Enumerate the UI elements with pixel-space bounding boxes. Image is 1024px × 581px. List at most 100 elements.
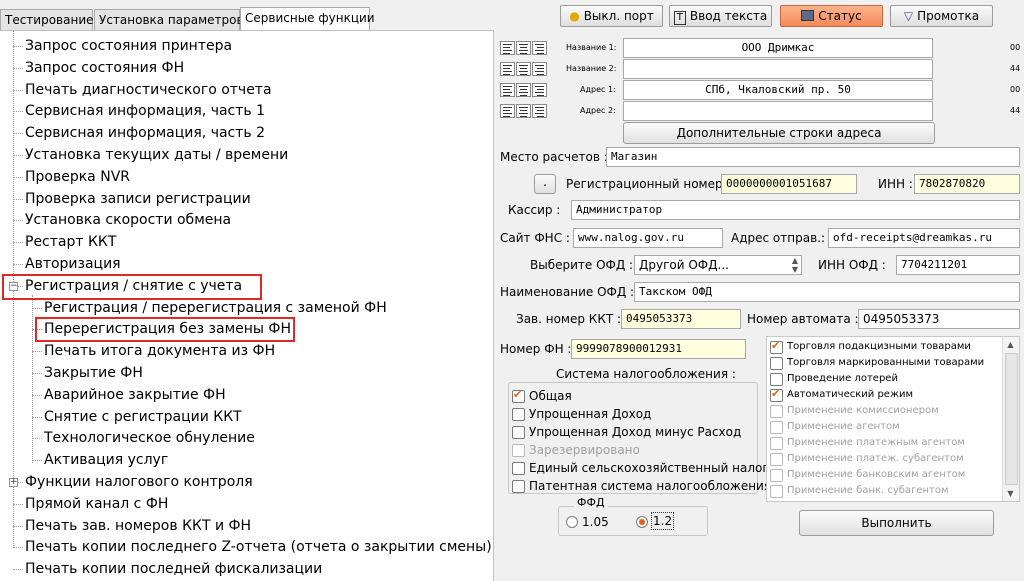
fns-field[interactable]: www.nalog.gov.ru bbox=[573, 228, 723, 248]
place-label: Место расчетов : bbox=[500, 150, 608, 164]
align-right-icon[interactable] bbox=[532, 41, 547, 55]
place-field[interactable]: Магазин bbox=[606, 147, 1020, 167]
automat-label: Номер автомата : bbox=[747, 312, 859, 326]
addr1-field[interactable]: СПб, Чкаловский пр. 50 bbox=[623, 80, 933, 100]
tree-item[interactable]: Проверка NVR bbox=[25, 166, 130, 188]
option-checkbox[interactable] bbox=[770, 357, 783, 370]
scroll-paper-button[interactable]: ▽ Промотка bbox=[890, 5, 993, 27]
tree-item[interactable]: Активация услуг bbox=[44, 449, 168, 471]
tree-item[interactable]: Регистрация / перерегистрация с заменой … bbox=[44, 297, 387, 319]
scroll-paper-label: Промотка bbox=[917, 9, 980, 23]
tree-group-tax-control[interactable]: Функции налогового контроля bbox=[25, 471, 253, 493]
cashier-field[interactable]: Администратор bbox=[571, 200, 1020, 220]
tree-item[interactable]: Закрытие ФН bbox=[44, 362, 143, 384]
tree-item[interactable]: Сервисная информация, часть 2 bbox=[25, 122, 265, 144]
align-right-icon[interactable] bbox=[532, 62, 547, 76]
tab-testing[interactable]: Тестирование bbox=[0, 9, 94, 31]
tree-item[interactable]: Авторизация bbox=[25, 253, 121, 275]
fns-label: Сайт ФНС : bbox=[500, 231, 570, 245]
execute-button[interactable]: Выполнить bbox=[799, 510, 994, 536]
align-left-icon[interactable] bbox=[500, 41, 515, 55]
inn-field[interactable]: 7802870820 bbox=[914, 174, 1020, 194]
option-checkbox[interactable] bbox=[770, 339, 783, 354]
tab-settings[interactable]: Установка параметров bbox=[94, 9, 244, 31]
tree-item[interactable]: Аварийное закрытие ФН bbox=[44, 384, 226, 406]
ofd-inn-field[interactable]: 7704211201 bbox=[896, 255, 1020, 275]
automat-field[interactable]: 0495053373 bbox=[858, 309, 1020, 329]
tax-system-group: Общая Упрощенная Доход Упрощенная Доход ми… bbox=[508, 382, 771, 494]
sender-field[interactable]: ofd-receipts@dreamkas.ru bbox=[828, 228, 1020, 248]
tree-item[interactable]: Запрос состояния ФН bbox=[25, 57, 184, 79]
option-checkbox[interactable] bbox=[512, 408, 525, 421]
option-checkbox bbox=[770, 485, 783, 498]
addr2-field[interactable] bbox=[623, 101, 933, 121]
align-center-icon[interactable] bbox=[516, 41, 531, 55]
tree-item[interactable]: Сервисная информация, часть 1 bbox=[25, 100, 265, 122]
tree-item[interactable]: Проверка записи регистрации bbox=[25, 188, 251, 210]
tree-item[interactable]: Печать копии последнего Z-отчета (отчета… bbox=[25, 536, 492, 558]
option-checkbox bbox=[512, 444, 525, 457]
scroll-up-icon[interactable]: ▲ bbox=[1003, 337, 1018, 352]
tree-item[interactable]: Запрос состояния принтера bbox=[25, 35, 232, 57]
tree-item[interactable]: Печать диагностического отчета bbox=[25, 79, 272, 101]
tree-connector bbox=[13, 199, 23, 200]
text-input-button[interactable]: T Ввод текста bbox=[669, 5, 772, 27]
ffd-12-radio[interactable] bbox=[636, 516, 648, 528]
option-label: Патентная система налогообложения bbox=[529, 479, 772, 493]
lightbulb-icon: ● bbox=[569, 9, 580, 23]
align-center-icon[interactable] bbox=[516, 62, 531, 76]
text-icon: T bbox=[673, 11, 686, 25]
option-checkbox[interactable] bbox=[512, 426, 525, 439]
scroll-down-icon[interactable]: ▼ bbox=[1003, 486, 1018, 501]
tree-item[interactable]: Печать копии последней фискализации bbox=[25, 558, 322, 580]
tree-connector bbox=[13, 264, 23, 265]
kkt-num-field[interactable]: 0495053373 bbox=[621, 309, 741, 329]
option-label: Проведение лотерей bbox=[787, 373, 898, 384]
counter-3: 00 bbox=[1010, 85, 1021, 94]
name1-field[interactable]: ООО Дримкас bbox=[623, 38, 933, 58]
scrollbar-thumb[interactable] bbox=[1005, 353, 1018, 485]
tree-item[interactable]: Рестарт ККТ bbox=[25, 231, 116, 253]
tree-item[interactable]: Печать итога документа из ФН bbox=[44, 340, 275, 362]
tab-service-functions[interactable]: Сервисные функции bbox=[240, 7, 375, 31]
modes-scrollbar[interactable]: ▲ ▼ bbox=[1002, 337, 1019, 501]
reg-num-field[interactable]: 0000000001051687 bbox=[721, 174, 857, 194]
more-address-button[interactable]: Дополнительные строки адреса bbox=[623, 122, 935, 144]
counter-1: 00 bbox=[1010, 43, 1021, 52]
tree-item[interactable]: Печать зав. номеров ККТ и ФН bbox=[25, 515, 251, 537]
text-input-label: Ввод текста bbox=[689, 9, 768, 23]
tree-item[interactable]: Прямой канал с ФН bbox=[25, 493, 168, 515]
ofd-select[interactable]: Другой ОФД... ▲ ▼ bbox=[634, 255, 802, 275]
sender-label: Адрес отправ.: bbox=[731, 231, 825, 245]
align-right-icon[interactable] bbox=[532, 104, 547, 118]
option-label: Применение банк. субагентом bbox=[787, 485, 949, 496]
tree-item[interactable]: Установка текущих даты / времени bbox=[25, 144, 288, 166]
option-checkbox[interactable] bbox=[512, 388, 525, 403]
option-checkbox[interactable] bbox=[512, 480, 525, 493]
tree-item[interactable]: Технологическое обнуление bbox=[44, 427, 255, 449]
reg-num-helper-button[interactable]: . bbox=[534, 174, 556, 194]
align-center-icon[interactable] bbox=[516, 83, 531, 97]
option-checkbox[interactable] bbox=[770, 387, 783, 402]
ofd-name-field[interactable]: Такском ОФД bbox=[634, 282, 1020, 302]
align-left-icon[interactable] bbox=[500, 62, 515, 76]
align-left-icon[interactable] bbox=[500, 83, 515, 97]
status-button[interactable]: Статус bbox=[780, 5, 883, 27]
tree-item[interactable]: Снятие с регистрации ККТ bbox=[44, 406, 242, 428]
tree-connector bbox=[13, 155, 23, 156]
spinner-icon: ▲ ▼ bbox=[791, 256, 798, 274]
expand-plus-icon[interactable]: + bbox=[9, 478, 18, 487]
option-checkbox[interactable] bbox=[512, 462, 525, 475]
tree-connector bbox=[32, 351, 42, 352]
align-right-icon[interactable] bbox=[532, 83, 547, 97]
tree-connector bbox=[32, 438, 42, 439]
ffd-105-radio[interactable] bbox=[566, 516, 578, 528]
align-left-icon[interactable] bbox=[500, 104, 515, 118]
option-checkbox[interactable] bbox=[770, 373, 783, 386]
port-toggle-button[interactable]: ● Выкл. порт bbox=[560, 5, 663, 27]
tree-item[interactable]: Установка скорости обмена bbox=[25, 209, 231, 231]
fn-num-field[interactable]: 9999078900012931 bbox=[571, 339, 746, 359]
align-center-icon[interactable] bbox=[516, 104, 531, 118]
functions-tree: Запрос состояния принтера Запрос состояни… bbox=[0, 30, 494, 581]
name2-field[interactable] bbox=[623, 59, 933, 79]
